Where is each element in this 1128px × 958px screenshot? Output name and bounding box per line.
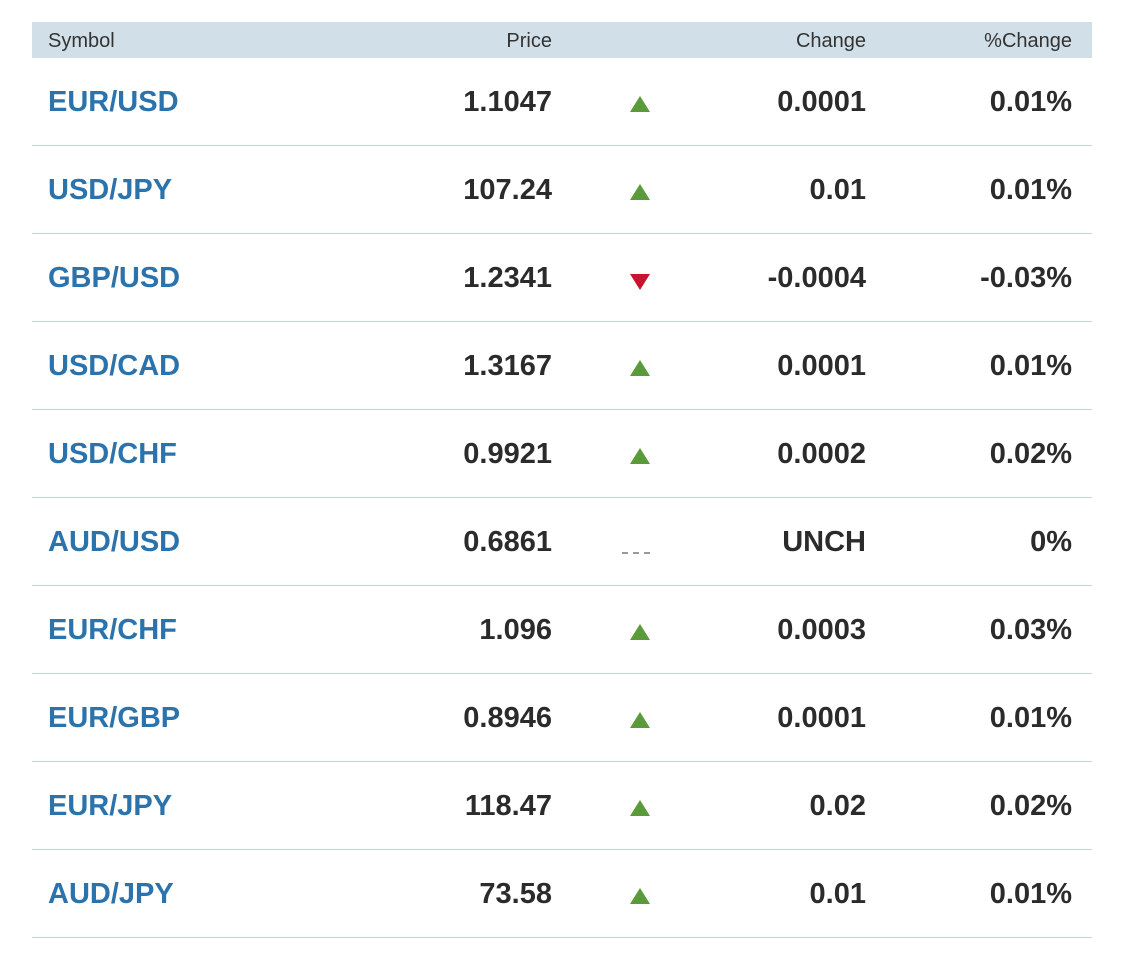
change-value: 0.0002 [777,438,866,470]
symbol-link[interactable]: EUR/CHF [48,586,177,673]
dash-icon [622,552,650,554]
pct-change-value: -0.03% [980,262,1072,294]
change-value: 0.0001 [777,86,866,118]
price-value: 107.24 [463,174,552,206]
price-value: 1.2341 [463,262,552,294]
change-value: 0.0003 [777,614,866,646]
triangle-up-icon [630,96,650,112]
table-row: USD/CHF 0.9921 0.0002 0.02% [32,410,1092,498]
change-value: 0.01 [809,878,866,910]
triangle-up-icon [630,448,650,464]
pct-change-value: 0.01% [989,702,1072,734]
forex-quotes-table: Symbol Price Change %Change EUR/USD 1.104… [32,22,1092,938]
triangle-up-icon [630,184,650,200]
pct-change-value: 0.02% [989,790,1072,822]
pct-change-value: 0.03% [989,614,1072,646]
pct-change-value: 0% [1030,526,1072,558]
change-value: -0.0004 [767,262,866,294]
symbol-link[interactable]: EUR/GBP [48,674,180,761]
triangle-up-icon [630,712,650,728]
table-row: EUR/GBP 0.8946 0.0001 0.01% [32,674,1092,762]
header-change[interactable]: Change [796,22,866,58]
triangle-up-icon [630,800,650,816]
symbol-link[interactable]: EUR/USD [48,58,179,145]
change-value: 0.01 [809,174,866,206]
header-symbol[interactable]: Symbol [48,22,115,58]
price-value: 0.9921 [463,438,552,470]
symbol-link[interactable]: USD/CAD [48,322,180,409]
change-value: 0.0001 [777,350,866,382]
pct-change-value: 0.01% [989,878,1072,910]
price-value: 0.6861 [463,526,552,558]
pct-change-value: 0.02% [989,438,1072,470]
price-value: 118.47 [464,790,552,822]
symbol-link[interactable]: USD/CHF [48,410,177,497]
table-row: EUR/USD 1.1047 0.0001 0.01% [32,58,1092,146]
table-row: USD/JPY 107.24 0.01 0.01% [32,146,1092,234]
symbol-link[interactable]: GBP/USD [48,234,180,321]
header-pct-change[interactable]: %Change [984,22,1072,58]
pct-change-value: 0.01% [989,86,1072,118]
table-row: EUR/CHF 1.096 0.0003 0.03% [32,586,1092,674]
table-row: AUD/USD 0.6861 UNCH 0% [32,498,1092,586]
price-value: 1.3167 [463,350,552,382]
triangle-down-icon [630,274,650,290]
pct-change-value: 0.01% [989,174,1072,206]
table-body: EUR/USD 1.1047 0.0001 0.01% USD/JPY 107.24 0.0… [32,58,1092,938]
triangle-up-icon [630,360,650,376]
table-row: USD/CAD 1.3167 0.0001 0.01% [32,322,1092,410]
change-value: 0.0001 [777,702,866,734]
price-value: 0.8946 [463,702,552,734]
symbol-link[interactable]: USD/JPY [48,146,172,233]
table-header: Symbol Price Change %Change [32,22,1092,58]
price-value: 1.1047 [463,86,552,118]
price-value: 73.58 [479,878,552,910]
table-row: EUR/JPY 118.47 0.02 0.02% [32,762,1092,850]
header-price[interactable]: Price [506,22,552,58]
change-value: 0.02 [809,790,866,822]
pct-change-value: 0.01% [989,350,1072,382]
symbol-link[interactable]: AUD/USD [48,498,180,585]
table-row: AUD/JPY 73.58 0.01 0.01% [32,850,1092,938]
triangle-up-icon [630,624,650,640]
triangle-up-icon [630,888,650,904]
price-value: 1.096 [479,614,552,646]
change-value: UNCH [782,526,866,558]
symbol-link[interactable]: AUD/JPY [48,850,174,937]
symbol-link[interactable]: EUR/JPY [48,762,172,849]
table-row: GBP/USD 1.2341 -0.0004 -0.03% [32,234,1092,322]
